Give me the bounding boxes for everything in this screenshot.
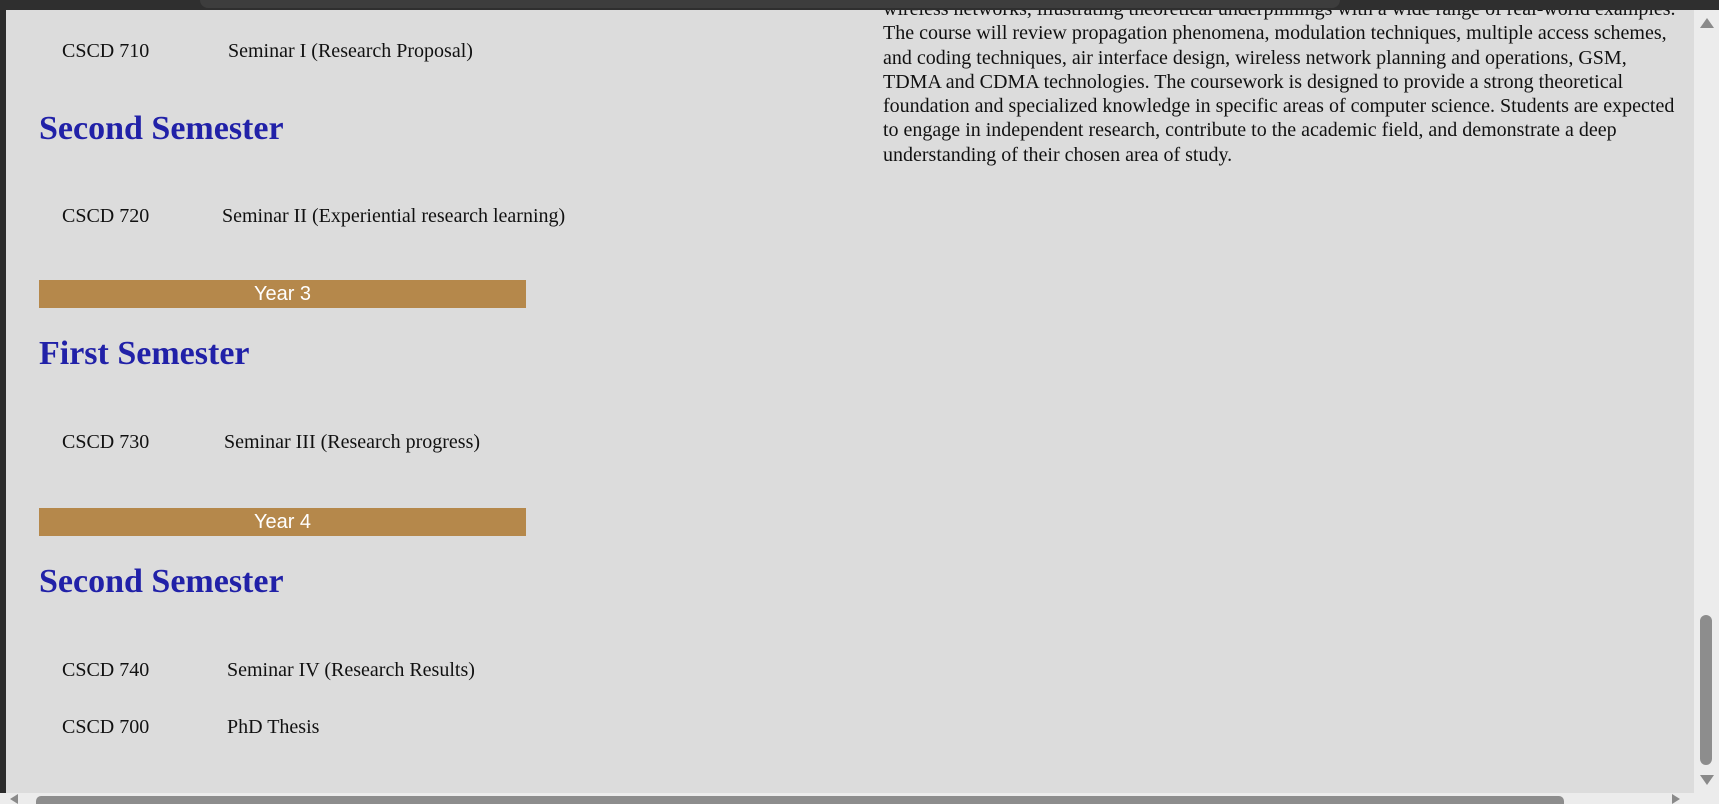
- course-title: Seminar I (Research Proposal): [228, 40, 473, 62]
- course-description: wireless networks, illustrating theoreti…: [883, 10, 1676, 166]
- course-code: CSCD 740: [62, 659, 150, 681]
- page-viewport: CSCD 710 Seminar I (Research Proposal) S…: [6, 10, 1694, 793]
- semester-heading: First Semester: [39, 335, 250, 372]
- scroll-up-arrow-icon[interactable]: [1700, 18, 1714, 28]
- course-title: Seminar II (Experiential research learni…: [222, 205, 566, 227]
- vertical-scroll-thumb[interactable]: [1700, 615, 1712, 765]
- scrollbar-corner: [1694, 793, 1719, 804]
- semester-heading: Second Semester: [39, 563, 284, 600]
- course-code: CSCD 710: [62, 40, 150, 62]
- course-code: CSCD 720: [62, 205, 150, 227]
- scroll-right-arrow-icon[interactable]: [1672, 794, 1680, 804]
- vertical-scrollbar[interactable]: [1694, 10, 1719, 793]
- course-title: Seminar III (Research progress): [224, 431, 481, 453]
- horizontal-scrollbar[interactable]: [0, 793, 1694, 804]
- year-header-bar: Year 3: [39, 280, 526, 308]
- course-title: Seminar IV (Research Results): [227, 659, 475, 681]
- course-code: CSCD 700: [62, 716, 150, 738]
- horizontal-scroll-thumb[interactable]: [36, 796, 1564, 804]
- browser-frame-tab-edge: [200, 0, 1340, 8]
- window-top-edge: [0, 0, 1719, 10]
- scroll-left-arrow-icon[interactable]: [10, 794, 18, 804]
- course-title: PhD Thesis: [227, 716, 320, 738]
- semester-heading: Second Semester: [39, 110, 284, 147]
- course-code: CSCD 730: [62, 431, 150, 453]
- scroll-down-arrow-icon[interactable]: [1700, 775, 1714, 785]
- year-header-bar: Year 4: [39, 508, 526, 536]
